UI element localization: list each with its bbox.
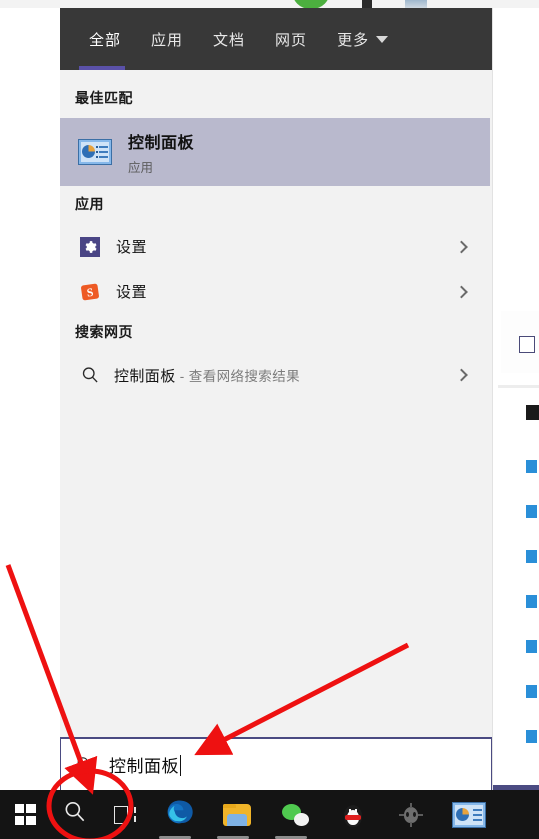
app-result-settings[interactable]: 设置 <box>60 224 492 269</box>
settings-gear-icon <box>80 236 100 257</box>
taskbar-alienware-button[interactable] <box>382 790 440 839</box>
tab-apps[interactable]: 应用 <box>151 8 183 70</box>
wechat-icon <box>281 803 309 826</box>
search-magnifier-icon <box>62 799 88 830</box>
taskbar-edge-button[interactable] <box>150 790 208 839</box>
app-result-sogou-settings[interactable]: S 设置 <box>60 269 492 314</box>
qq-penguin-icon <box>342 802 364 828</box>
background-window-divider <box>498 385 539 388</box>
background-window-list-item[interactable] <box>526 730 537 743</box>
control-panel-icon <box>78 139 112 165</box>
app-result-sogou-settings-label: 设置 <box>116 284 148 301</box>
background-window-list-item[interactable] <box>526 640 537 653</box>
text-cursor <box>180 755 181 776</box>
desktop-background-strip <box>0 0 539 8</box>
web-search-result-text: 控制面板 - 查看网络搜索结果 <box>114 365 300 386</box>
section-title-web: 搜索网页 <box>75 324 133 340</box>
background-dark-square <box>362 0 372 8</box>
edge-icon <box>165 798 193 831</box>
tab-web-label: 网页 <box>275 31 308 49</box>
tab-more[interactable]: 更多 <box>337 8 389 70</box>
taskbar <box>0 790 539 839</box>
taskbar-qq-button[interactable] <box>324 790 382 839</box>
app-result-settings-label: 设置 <box>116 239 148 256</box>
control-panel-icon <box>452 801 486 828</box>
screen: 全部 应用 文档 网页 更多 最佳匹配 控制面板 应用 应用 设置 S 设置 搜… <box>0 0 539 839</box>
background-window-list-item[interactable] <box>526 505 537 518</box>
section-title-apps: 应用 <box>75 196 104 212</box>
tab-apps-label: 应用 <box>151 31 184 49</box>
taskbar-file-explorer-button[interactable] <box>208 790 266 839</box>
tab-documents[interactable]: 文档 <box>213 8 245 70</box>
web-search-query: 控制面板 <box>114 367 176 385</box>
taskbar-task-view-button[interactable] <box>100 790 150 839</box>
tab-web[interactable]: 网页 <box>275 8 307 70</box>
best-match-result-control-panel[interactable]: 控制面板 应用 <box>60 118 490 186</box>
chevron-right-icon[interactable] <box>455 368 468 382</box>
background-window-right[interactable] <box>492 8 539 791</box>
chevron-down-icon <box>376 35 389 43</box>
tab-more-label: 更多 <box>337 31 370 49</box>
web-search-suffix: - 查看网络搜索结果 <box>175 368 301 384</box>
chevron-right-icon[interactable] <box>455 285 468 298</box>
windows-logo-icon <box>14 804 36 825</box>
search-magnifier-icon <box>80 365 100 385</box>
web-search-result[interactable]: 控制面板 - 查看网络搜索结果 <box>60 352 492 398</box>
search-input-container[interactable]: 控制面板 <box>60 737 492 790</box>
background-window-checkbox[interactable] <box>519 336 535 353</box>
search-tabbar: 全部 应用 文档 网页 更多 <box>60 8 492 70</box>
alien-head-icon <box>399 802 423 827</box>
search-flyout-panel: 全部 应用 文档 网页 更多 最佳匹配 控制面板 应用 应用 设置 S 设置 搜… <box>60 8 492 790</box>
search-input[interactable]: 控制面板 <box>109 752 181 777</box>
tab-all-label: 全部 <box>89 31 122 49</box>
background-misc-icon <box>405 0 427 8</box>
best-match-subtitle: 应用 <box>128 160 154 175</box>
background-window-list-item[interactable] <box>526 460 537 473</box>
taskbar-search-button[interactable] <box>50 790 100 839</box>
search-magnifier-icon <box>75 755 95 775</box>
section-title-best-match: 最佳匹配 <box>75 90 133 106</box>
search-results: 最佳匹配 控制面板 应用 应用 设置 S 设置 搜索网页 控制面板 - 查看网络… <box>60 70 492 727</box>
search-input-value: 控制面板 <box>109 757 179 776</box>
sogou-s-icon: S <box>80 282 100 302</box>
background-window-list-item[interactable] <box>526 595 537 608</box>
best-match-title: 控制面板 <box>128 134 195 152</box>
background-window-heading <box>526 405 539 420</box>
task-view-icon <box>114 805 136 824</box>
taskbar-control-panel-button[interactable] <box>440 790 498 839</box>
folder-icon <box>223 803 251 826</box>
background-window-list-item[interactable] <box>526 550 537 563</box>
tab-all[interactable]: 全部 <box>78 8 126 70</box>
taskbar-start-button[interactable] <box>0 790 50 839</box>
tab-documents-label: 文档 <box>213 31 246 49</box>
background-window-list-item[interactable] <box>526 685 537 698</box>
taskbar-wechat-button[interactable] <box>266 790 324 839</box>
chevron-right-icon[interactable] <box>455 240 468 253</box>
